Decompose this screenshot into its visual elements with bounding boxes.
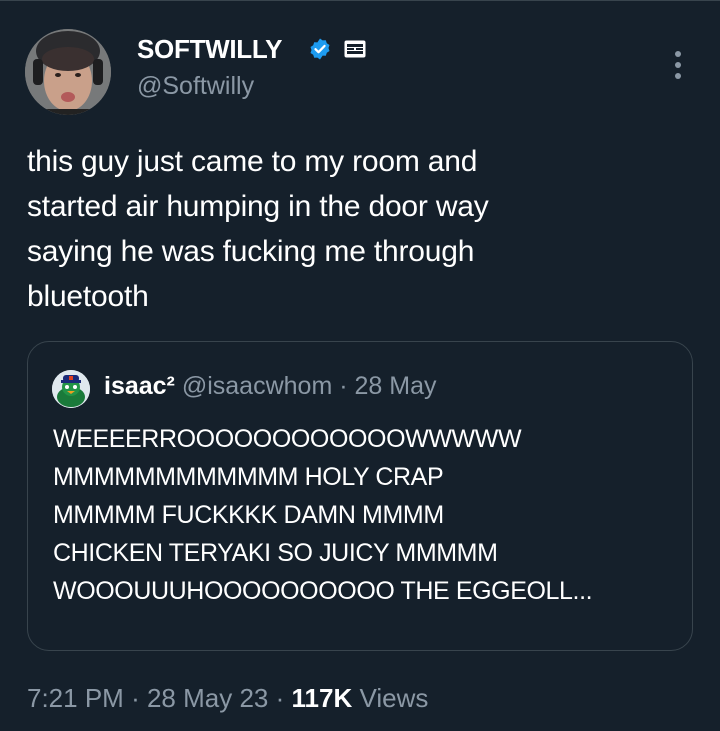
top-divider: [0, 0, 720, 1]
quoted-text-line: WOOOUUUHOOOOOOOOOO THE EGGEOLL...: [53, 577, 593, 605]
quoted-separator: ·: [339, 372, 348, 400]
verified-badge-icon: [310, 38, 330, 60]
tweet-date[interactable]: 28 May 23: [147, 683, 268, 713]
footer-separator: ·: [275, 683, 285, 713]
tweet-text-line: started air humping in the door way: [27, 190, 489, 223]
tweet-text-line: bluetooth: [27, 280, 149, 313]
tweet-time[interactable]: 7:21 PM: [27, 683, 124, 713]
quoted-text: WEEEERROOOOOOOOOOOOWWWWW MMMMMMMMMMMM HO…: [53, 420, 683, 610]
avatar-image: [52, 370, 90, 408]
footer-separator: ·: [131, 683, 140, 713]
quoted-date[interactable]: 28 May: [355, 372, 437, 400]
quoted-text-line: WEEEERROOOOOOOOOOOOWWWWW: [53, 425, 522, 453]
quoted-tweet-card[interactable]: isaac² @isaacwhom · 28 May WEEEERROOOOOO…: [27, 341, 693, 651]
tweet-text-line: saying he was fucking me through: [27, 235, 475, 268]
quoted-text-line: MMMMMMMMMMMM HOLY CRAP: [53, 463, 444, 491]
avatar-image: [25, 29, 111, 115]
views-label: Views: [359, 683, 429, 713]
tweet-text-line: this guy just came to my room and: [27, 145, 478, 178]
tweet-footer: 7:21 PM · 28 May 23 · 117K Views: [27, 683, 428, 714]
quoted-author-avatar[interactable]: [52, 370, 90, 408]
quoted-display-name[interactable]: isaac²: [104, 372, 175, 400]
quoted-handle[interactable]: @isaacwhom: [182, 372, 332, 400]
tweet-text: this guy just came to my room and starte…: [27, 139, 687, 319]
author-avatar[interactable]: [25, 29, 111, 115]
more-options-icon[interactable]: [668, 48, 688, 82]
views-count[interactable]: 117K: [292, 683, 353, 713]
quoted-text-line: MMMMM FUCKKKK DAMN MMMM: [53, 501, 444, 529]
author-display-name[interactable]: SOFTWILLY: [137, 34, 282, 65]
author-handle[interactable]: @Softwilly: [137, 72, 254, 101]
quoted-text-line: CHICKEN TERYAKI SO JUICY MMMMM: [53, 539, 498, 567]
sg-badge-icon[interactable]: [344, 40, 366, 58]
quoted-header: isaac² @isaacwhom · 28 May: [104, 372, 437, 401]
